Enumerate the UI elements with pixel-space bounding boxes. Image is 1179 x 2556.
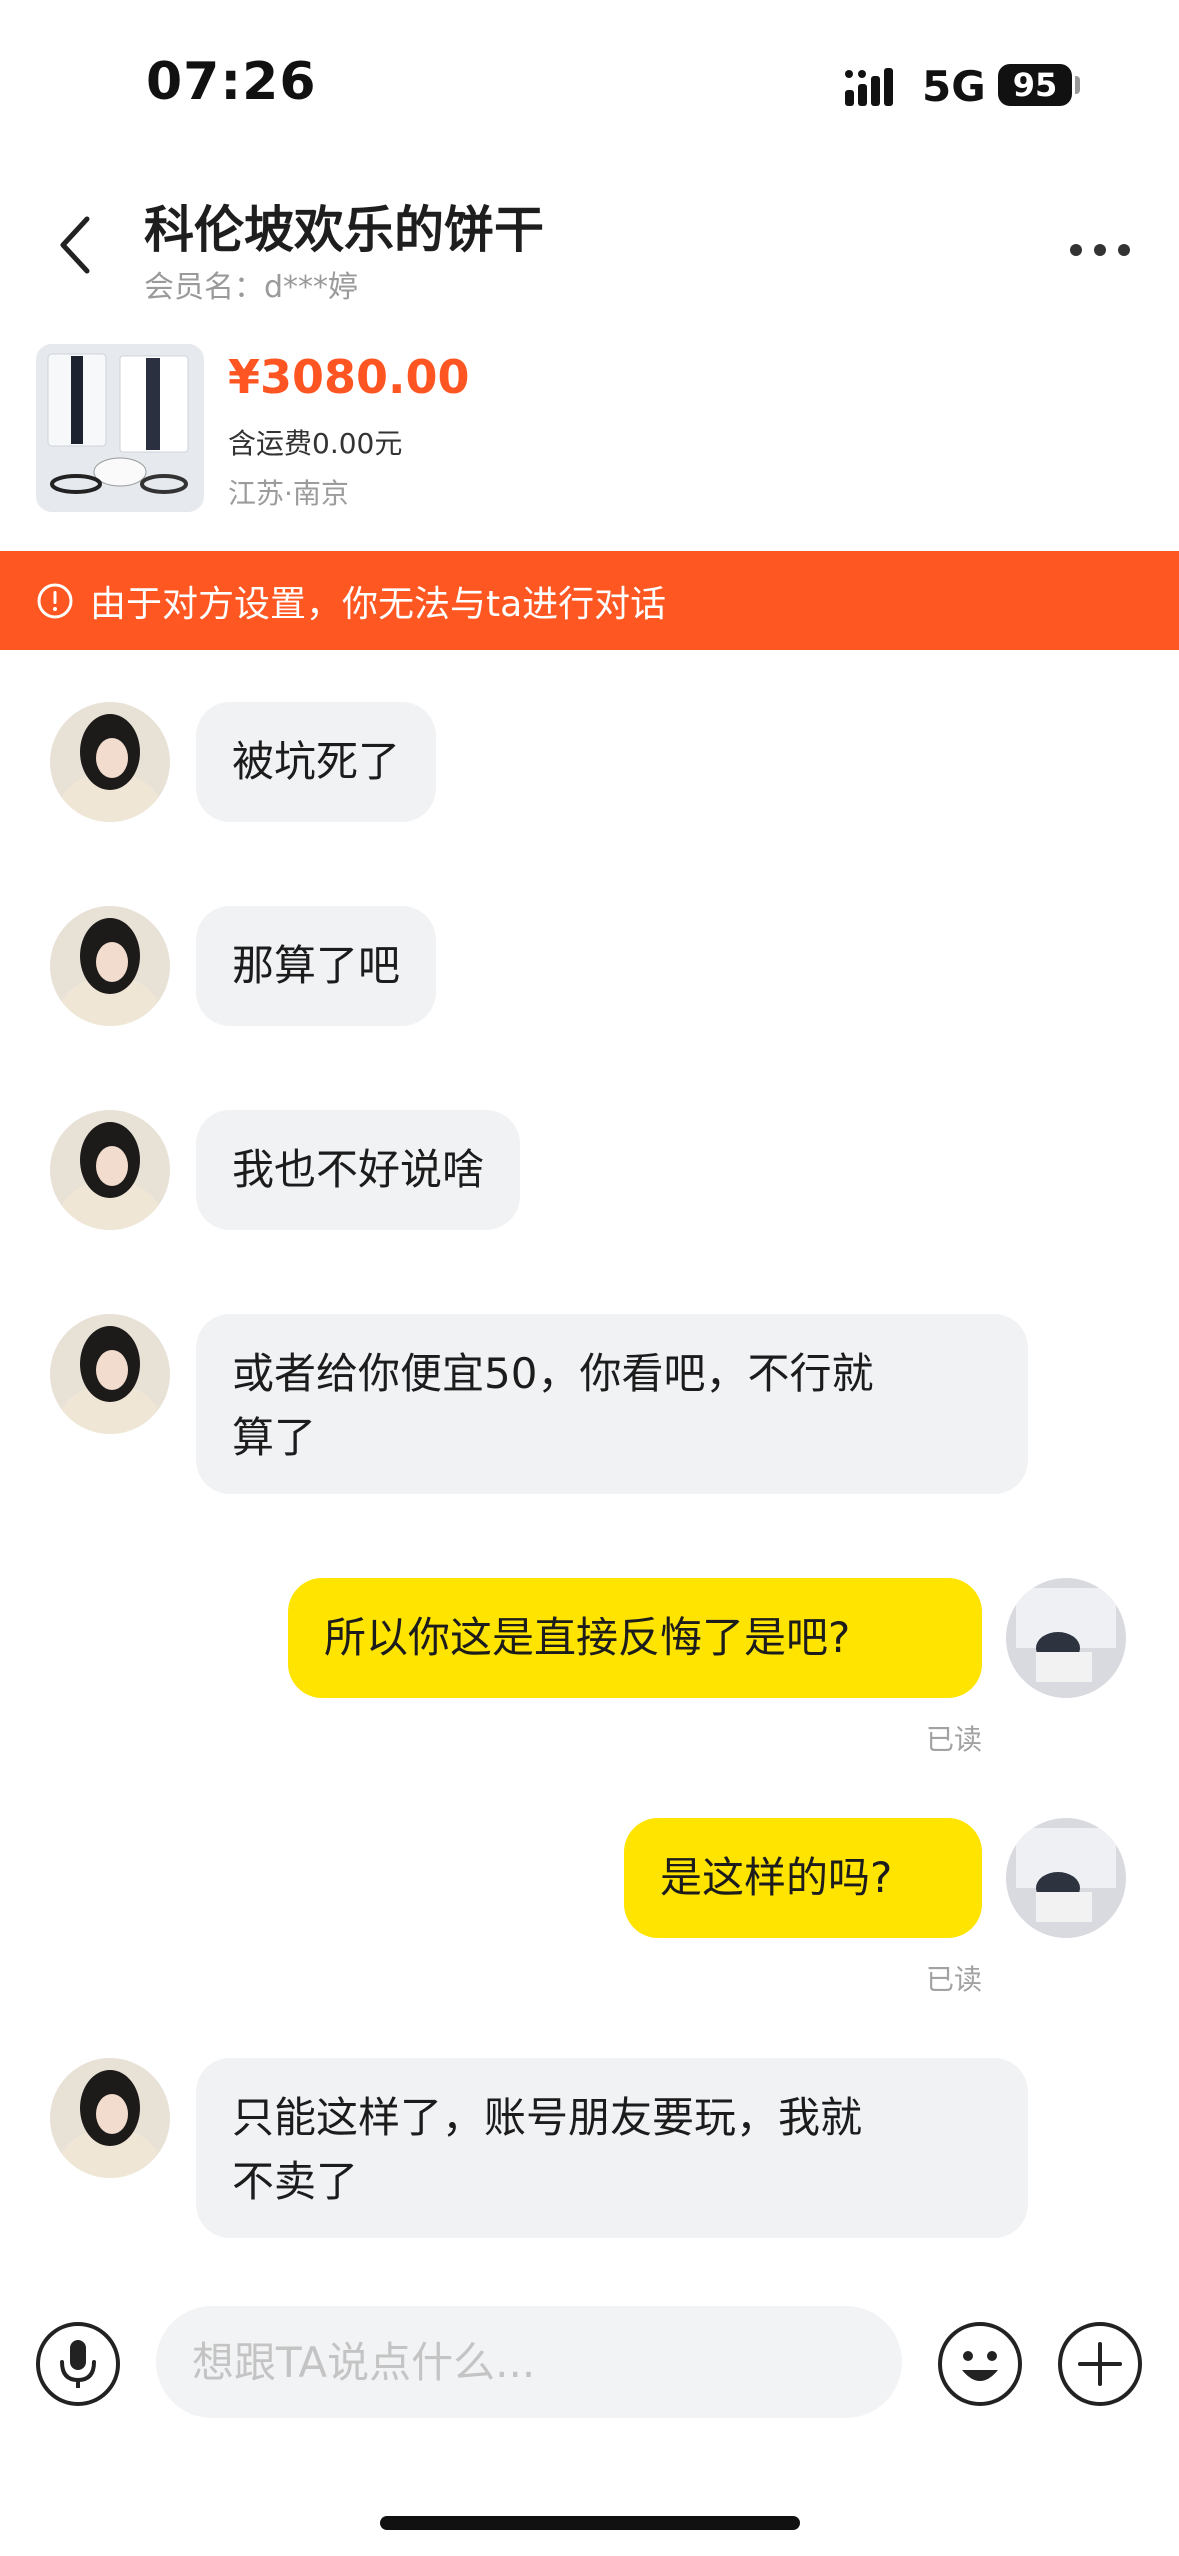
product-thumbnail[interactable] — [36, 344, 204, 512]
message-text-line: 算了 — [232, 1413, 317, 1462]
warning-banner: 由于对方设置，你无法与ta进行对话 — [0, 551, 1179, 650]
network-type: 5G — [922, 62, 986, 111]
battery-tip — [1075, 76, 1080, 94]
console-image — [36, 344, 204, 512]
message-text: 所以你这是直接反悔了是吧? — [324, 1613, 851, 1662]
read-status: 已读 — [926, 1963, 983, 1996]
avatar[interactable] — [50, 906, 170, 1026]
signal-icon — [845, 68, 893, 106]
message-bubble-incoming[interactable]: 我也不好说啥 — [196, 1110, 521, 1230]
message-text-line: 或者给你便宜50，你看吧，不行就 — [232, 1349, 874, 1398]
avatar[interactable] — [50, 1314, 170, 1434]
message-bubble-incoming[interactable]: 被坑死了 — [196, 702, 437, 822]
avatar[interactable] — [50, 702, 170, 822]
message-text: 我也不好说啥 — [232, 1145, 485, 1194]
product-price: ¥3080.00 — [228, 350, 470, 404]
message-bubble-outgoing[interactable]: 所以你这是直接反悔了是吧? — [288, 1578, 982, 1698]
message-input[interactable] — [156, 2306, 902, 2418]
message-text-line: 不卖了 — [232, 2157, 359, 2206]
message-bubble-incoming[interactable]: 只能这样了，账号朋友要玩，我就 不卖了 — [196, 2058, 1028, 2238]
chevron-left-icon — [60, 216, 90, 274]
message-text-line: 只能这样了，账号朋友要玩，我就 — [232, 2093, 863, 2142]
voice-button[interactable] — [34, 2320, 122, 2408]
battery-icon: 95 — [998, 64, 1072, 106]
avatar[interactable] — [50, 1110, 170, 1230]
user-avatar-image — [1006, 1818, 1126, 1938]
chat-header: 科伦坡欢乐的饼干 会员名：d***婷 — [0, 170, 1179, 320]
add-button[interactable] — [1056, 2320, 1144, 2408]
status-time: 07:26 — [146, 52, 317, 112]
plus-icon — [1058, 2322, 1142, 2406]
contact-avatar-image — [50, 906, 170, 1026]
more-button[interactable] — [1060, 220, 1140, 280]
read-status: 已读 — [926, 1723, 983, 1756]
contact-avatar-image — [50, 702, 170, 822]
message-text: 被坑死了 — [232, 737, 401, 786]
emoji-icon — [938, 2322, 1022, 2406]
message-text: 是这样的吗? — [660, 1853, 893, 1902]
contact-avatar-image — [50, 1110, 170, 1230]
user-avatar-image — [1006, 1578, 1126, 1698]
emoji-button[interactable] — [936, 2320, 1024, 2408]
my-avatar[interactable] — [1006, 1818, 1126, 1938]
message-text: 那算了吧 — [232, 941, 401, 990]
microphone-icon — [36, 2322, 120, 2406]
exclamation-circle-icon — [37, 583, 73, 618]
my-avatar[interactable] — [1006, 1578, 1126, 1698]
product-card[interactable]: ¥3080.00 含运费0.00元 江苏·南京 — [0, 320, 1179, 550]
more-dots-icon — [1070, 244, 1130, 256]
back-button[interactable] — [40, 200, 110, 290]
contact-name: 科伦坡欢乐的饼干 — [144, 201, 544, 259]
message-bubble-outgoing[interactable]: 是这样的吗? — [624, 1818, 982, 1938]
battery-level: 95 — [1012, 66, 1058, 104]
home-indicator — [380, 2516, 800, 2530]
shipping-fee: 含运费0.00元 — [228, 427, 403, 460]
input-bar — [0, 2270, 1179, 2450]
message-bubble-incoming[interactable]: 或者给你便宜50，你看吧，不行就 算了 — [196, 1314, 1028, 1494]
product-location: 江苏·南京 — [228, 477, 349, 510]
status-bar: 07:26 5G 95 — [0, 0, 1179, 170]
member-name: 会员名：d***婷 — [144, 270, 359, 305]
banner-text: 由于对方设置，你无法与ta进行对话 — [90, 583, 667, 625]
contact-avatar-image — [50, 2058, 170, 2178]
avatar[interactable] — [50, 2058, 170, 2178]
message-bubble-incoming[interactable]: 那算了吧 — [196, 906, 437, 1026]
contact-avatar-image — [50, 1314, 170, 1434]
